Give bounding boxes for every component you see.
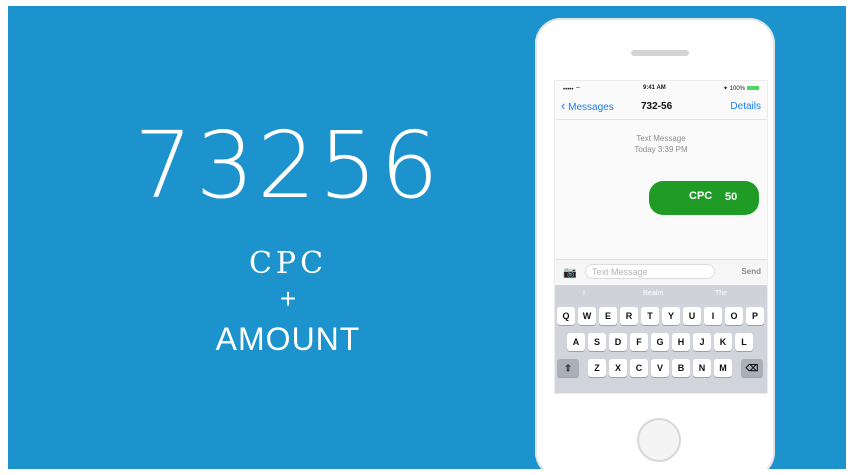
key-n[interactable]: N xyxy=(693,359,711,377)
key-z[interactable]: Z xyxy=(588,359,606,377)
key-p[interactable]: P xyxy=(746,307,764,325)
keyword-text: CPC xyxy=(248,246,328,281)
key-e[interactable]: E xyxy=(599,307,617,325)
back-button[interactable]: ‹ Messages xyxy=(561,98,614,113)
send-button[interactable]: Send xyxy=(741,267,761,276)
key-t[interactable]: T xyxy=(641,307,659,325)
key-r[interactable]: R xyxy=(620,307,638,325)
keyboard-row-3: ⇧ Z X C V B N M ⌫ xyxy=(555,359,767,381)
thread-meta: Text Message Today 3:39 PM xyxy=(555,133,767,155)
keyboard-row-2: A S D F G H J K L xyxy=(555,333,767,355)
home-button[interactable] xyxy=(637,418,681,462)
suggestion-3[interactable]: The xyxy=(715,290,727,297)
chevron-left-icon: ‹ xyxy=(561,98,566,113)
key-g[interactable]: G xyxy=(651,333,669,351)
key-m[interactable]: M xyxy=(714,359,732,377)
battery-percent: ✦ 100% xyxy=(722,86,745,92)
key-o[interactable]: O xyxy=(725,307,743,325)
message-input[interactable]: Text Message xyxy=(585,264,715,279)
delete-icon[interactable]: ⌫ xyxy=(741,359,763,377)
key-l[interactable]: L xyxy=(735,333,753,351)
amount-text: AMOUNT xyxy=(215,321,361,357)
promo-banner: 73256 CPC + AMOUNT ••••• ⌔ 9:41 AM ✦ 100… xyxy=(8,6,846,469)
conversation-title: 732-56 xyxy=(641,101,673,112)
battery-icon xyxy=(747,86,759,91)
messages-navbar: ‹ Messages 732-56 Details xyxy=(555,97,767,120)
carrier-signal: ••••• ⌔ xyxy=(563,87,581,93)
key-j[interactable]: J xyxy=(693,333,711,351)
short-code: 73256 xyxy=(134,112,442,219)
key-w[interactable]: W xyxy=(578,307,596,325)
status-time: 9:41 AM xyxy=(643,85,666,91)
thread-type: Text Message xyxy=(636,134,686,143)
key-q[interactable]: Q xyxy=(557,307,575,325)
key-h[interactable]: H xyxy=(672,333,690,351)
message-input-bar: 📷 Text Message Send xyxy=(555,259,767,284)
key-u[interactable]: U xyxy=(683,307,701,325)
keyboard-row-1: Q W E R T Y U I O P xyxy=(555,307,767,329)
key-d[interactable]: D xyxy=(609,333,627,351)
key-k[interactable]: K xyxy=(714,333,732,351)
key-v[interactable]: V xyxy=(651,359,669,377)
status-bar: ••••• ⌔ 9:41 AM ✦ 100% xyxy=(555,81,767,95)
phone-screen: ••••• ⌔ 9:41 AM ✦ 100% ‹ Messages 732-56… xyxy=(554,80,768,394)
bubble-amount: 50 xyxy=(725,191,738,203)
phone-mockup: ••••• ⌔ 9:41 AM ✦ 100% ‹ Messages 732-56… xyxy=(535,18,775,469)
details-button[interactable]: Details xyxy=(730,101,761,112)
key-b[interactable]: B xyxy=(672,359,690,377)
bubble-keyword: CPC xyxy=(689,190,713,202)
suggestion-bar: I Realm The xyxy=(555,285,767,303)
suggestion-2[interactable]: Realm xyxy=(643,290,663,297)
key-s[interactable]: S xyxy=(588,333,606,351)
thread-timestamp: Today 3:39 PM xyxy=(634,145,688,154)
key-y[interactable]: Y xyxy=(662,307,680,325)
suggestion-1[interactable]: I xyxy=(583,290,585,297)
key-a[interactable]: A xyxy=(567,333,585,351)
shift-icon[interactable]: ⇧ xyxy=(557,359,579,377)
key-i[interactable]: I xyxy=(704,307,722,325)
back-label: Messages xyxy=(568,102,614,113)
left-text-block: 73256 CPC + AMOUNT xyxy=(68,116,508,358)
key-x[interactable]: X xyxy=(609,359,627,377)
key-c[interactable]: C xyxy=(630,359,648,377)
battery-status: ✦ 100% xyxy=(723,85,759,92)
camera-icon[interactable]: 📷 xyxy=(563,266,577,279)
plus-sign: + xyxy=(279,283,297,314)
key-f[interactable]: F xyxy=(630,333,648,351)
sent-message-bubble[interactable]: CPC 50 xyxy=(649,181,759,215)
keyboard: I Realm The Q W E R T Y U I O P A S D F … xyxy=(555,285,767,393)
phone-speaker xyxy=(631,50,689,56)
